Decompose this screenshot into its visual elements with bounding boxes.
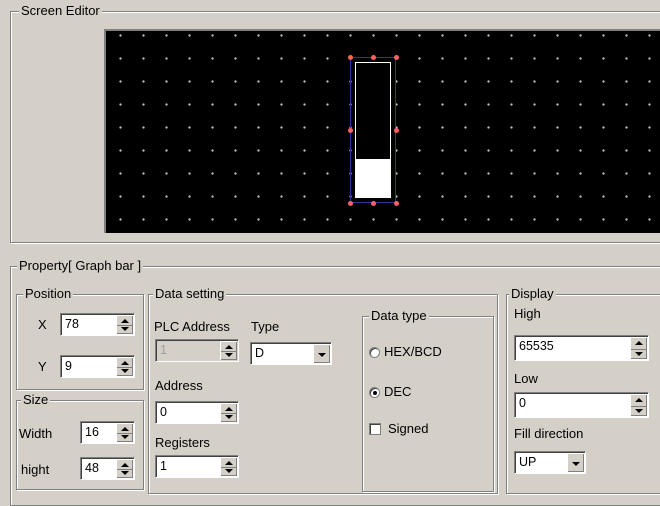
low-value: 0 xyxy=(519,396,526,410)
registers-label: Registers xyxy=(155,435,210,450)
address-label: Address xyxy=(155,378,203,393)
position-title: Position xyxy=(23,286,74,302)
y-field[interactable]: 9 xyxy=(60,355,135,378)
address-spinner[interactable] xyxy=(220,403,237,422)
spin-down-icon[interactable] xyxy=(121,327,129,331)
high-field[interactable]: 65535 xyxy=(514,335,649,361)
plc-address-value: 1 xyxy=(160,343,167,357)
width-label: Width xyxy=(19,426,53,441)
x-field[interactable]: 78 xyxy=(60,313,135,336)
data-type-group: Data type xyxy=(362,308,494,492)
spin-up-icon[interactable] xyxy=(225,407,233,411)
registers-spinner[interactable] xyxy=(220,457,237,476)
editor-canvas[interactable] xyxy=(104,29,660,233)
spin-up-icon[interactable] xyxy=(121,427,129,431)
resize-handle[interactable] xyxy=(394,128,399,133)
fill-direction-label: Fill direction xyxy=(514,426,584,441)
x-label: X xyxy=(38,317,47,332)
low-spinner[interactable] xyxy=(630,394,647,416)
screen-editor-title: Screen Editor xyxy=(19,3,102,19)
chevron-down-icon xyxy=(318,353,326,357)
size-title: Size xyxy=(21,392,51,408)
low-field[interactable]: 0 xyxy=(514,392,649,418)
spin-up-icon[interactable] xyxy=(121,361,129,365)
height-field[interactable]: 48 xyxy=(80,457,135,480)
resize-handle[interactable] xyxy=(348,128,353,133)
address-value: 0 xyxy=(160,405,167,419)
spin-up-icon[interactable] xyxy=(635,341,643,345)
resize-handle[interactable] xyxy=(348,201,353,206)
graph-bar-fill xyxy=(356,159,390,197)
spin-up-icon[interactable] xyxy=(121,463,129,467)
high-label: High xyxy=(514,306,541,321)
height-value: 48 xyxy=(85,461,99,475)
y-value: 9 xyxy=(65,359,72,373)
high-value: 65535 xyxy=(519,339,554,353)
y-spinner[interactable] xyxy=(116,357,133,376)
hex-bcd-label[interactable]: HEX/BCD xyxy=(384,344,442,360)
low-label: Low xyxy=(514,371,538,386)
registers-value: 1 xyxy=(160,459,167,473)
width-field[interactable]: 16 xyxy=(80,421,135,444)
data-type-title: Data type xyxy=(369,308,429,324)
plc-address-spinner xyxy=(220,341,237,360)
type-value: D xyxy=(255,346,265,360)
fill-direction-select[interactable]: UP xyxy=(514,451,586,474)
spin-down-icon[interactable] xyxy=(225,469,233,473)
width-value: 16 xyxy=(85,425,99,439)
spin-up-icon xyxy=(225,345,233,349)
data-setting-title: Data setting xyxy=(153,286,227,302)
spin-down-icon[interactable] xyxy=(635,352,643,356)
signed-checkbox[interactable] xyxy=(369,423,381,435)
resize-handle[interactable] xyxy=(371,201,376,206)
fill-direction-value: UP xyxy=(519,455,537,469)
y-label: Y xyxy=(38,359,47,374)
spin-up-icon[interactable] xyxy=(635,398,643,402)
plc-address-label: PLC Address xyxy=(154,319,230,334)
dec-radio[interactable] xyxy=(369,387,380,398)
height-label: hight xyxy=(21,462,50,477)
x-value: 78 xyxy=(65,317,79,331)
resize-handle[interactable] xyxy=(394,55,399,60)
spin-down-icon[interactable] xyxy=(635,409,643,413)
graph-bar-widget[interactable] xyxy=(348,55,399,206)
signed-label[interactable]: Signed xyxy=(388,421,428,437)
width-spinner[interactable] xyxy=(116,423,133,442)
resize-handle[interactable] xyxy=(394,201,399,206)
hex-bcd-radio[interactable] xyxy=(369,347,380,358)
high-spinner[interactable] xyxy=(630,337,647,359)
type-select[interactable]: D xyxy=(250,342,332,365)
x-spinner[interactable] xyxy=(116,315,133,334)
fill-direction-dropdown-button[interactable] xyxy=(567,453,584,472)
registers-field[interactable]: 1 xyxy=(155,455,239,478)
dec-label[interactable]: DEC xyxy=(384,384,411,400)
spin-up-icon[interactable] xyxy=(225,461,233,465)
resize-handle[interactable] xyxy=(371,55,376,60)
spin-down-icon[interactable] xyxy=(121,471,129,475)
plc-address-field: 1 xyxy=(155,339,239,362)
resize-handle[interactable] xyxy=(348,55,353,60)
type-label: Type xyxy=(251,319,280,334)
property-title: Property[ Graph bar ] xyxy=(17,258,144,274)
spin-down-icon[interactable] xyxy=(225,415,233,419)
type-dropdown-button[interactable] xyxy=(313,344,330,363)
address-field[interactable]: 0 xyxy=(155,401,239,424)
spin-down-icon xyxy=(225,353,233,357)
display-title: Display xyxy=(509,286,556,302)
spin-down-icon[interactable] xyxy=(121,369,129,373)
spin-down-icon[interactable] xyxy=(121,435,129,439)
spin-up-icon[interactable] xyxy=(121,319,129,323)
chevron-down-icon xyxy=(572,462,580,466)
height-spinner[interactable] xyxy=(116,459,133,478)
graph-bar-frame xyxy=(355,62,391,198)
